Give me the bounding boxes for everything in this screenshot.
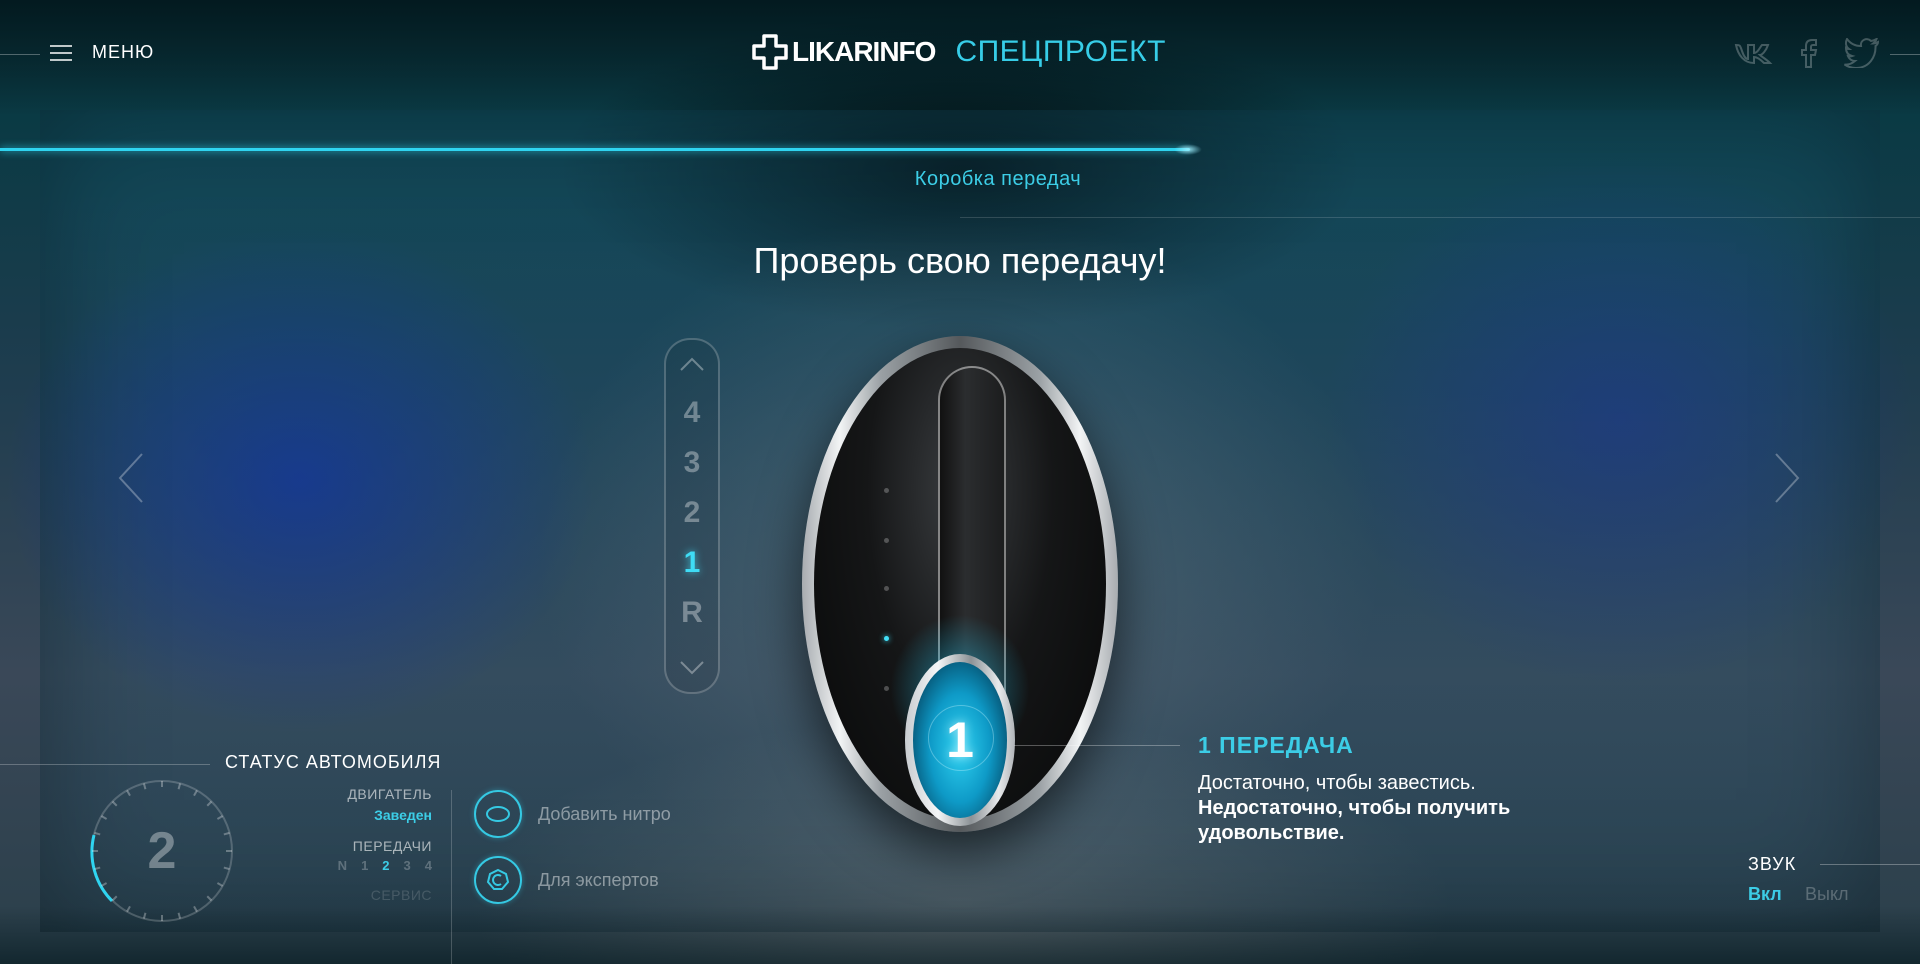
cross-logo-icon: [752, 34, 788, 70]
gear-dot: [884, 538, 889, 543]
sound-on-button[interactable]: Вкл: [1748, 884, 1782, 905]
sound-line: [1820, 864, 1920, 865]
status-divider: [451, 790, 452, 964]
prev-arrow-icon[interactable]: [118, 452, 144, 508]
logo-subtitle: СПЕЦПРОЕКТ: [955, 35, 1166, 68]
status-gauge: 2: [86, 775, 238, 927]
gear-1: 1: [361, 858, 369, 873]
gear-text: Достаточно, чтобы завестись.: [1198, 772, 1476, 794]
gear-2-current: 2: [382, 858, 390, 873]
gear-dot: [884, 488, 889, 493]
menu-button[interactable]: МЕНЮ: [50, 42, 154, 63]
gear-dot: [884, 686, 889, 691]
sound-title: ЗВУК: [1748, 854, 1797, 874]
vk-icon[interactable]: [1734, 41, 1774, 69]
twitter-icon[interactable]: [1843, 37, 1880, 72]
knob-face: 1: [913, 662, 1007, 818]
progress-bar: [0, 144, 1920, 155]
gears-row: N 1 2 3 4: [338, 858, 432, 873]
gear-up-icon[interactable]: [679, 356, 705, 376]
section-title: Коробка передач: [914, 168, 1082, 190]
sound-off-button[interactable]: Выкл: [1805, 884, 1849, 905]
page-heading: Проверь свою передачу!: [753, 240, 1167, 281]
experts-label: Для экспертов: [538, 869, 659, 890]
social-links: [1734, 37, 1880, 72]
gear-dot-active: [884, 636, 889, 641]
menu-label: МЕНЮ: [92, 42, 155, 62]
menu-line: [0, 54, 40, 55]
hamburger-icon: [50, 44, 72, 61]
status-title: СТАТУС АВТОМОБИЛЯ: [225, 752, 442, 772]
gear-option-r[interactable]: R: [666, 596, 718, 630]
gears-label: ПЕРЕДАЧИ: [352, 838, 432, 854]
nitro-icon: [474, 790, 522, 838]
next-arrow-icon[interactable]: [1774, 452, 1800, 508]
engine-value: Заведен: [374, 807, 432, 823]
gear-3: 3: [403, 858, 411, 873]
shifter-knob[interactable]: 1: [905, 654, 1015, 826]
experts-button[interactable]: Для экспертов: [474, 856, 659, 904]
social-line: [1890, 54, 1920, 55]
gear-option-3[interactable]: 3: [666, 446, 718, 480]
experts-icon: [474, 856, 522, 904]
knob-gear-number: 1: [946, 712, 974, 768]
gear-selector: 4 3 2 1 R: [664, 338, 720, 694]
facebook-icon[interactable]: [1800, 38, 1818, 72]
gear-4: 4: [424, 858, 432, 873]
progress-fill: [0, 148, 1190, 151]
connector-line: [1014, 745, 1180, 746]
add-nitro-button[interactable]: Добавить нитро: [474, 790, 671, 838]
service-label: СЕРВИС: [370, 887, 432, 903]
progress-tip: [1174, 144, 1202, 155]
gear-title: 1 ПЕРЕДАЧА: [1198, 732, 1354, 758]
status-line: [0, 764, 210, 765]
gear-n: N: [337, 858, 348, 873]
gear-down-icon[interactable]: [679, 660, 705, 680]
gear-description: 1 ПЕРЕДАЧА Достаточно, чтобы завестись. …: [1198, 732, 1598, 846]
divider-line: [960, 217, 1920, 218]
gear-dot: [884, 586, 889, 591]
logo-text: LIKARINFO: [792, 36, 936, 67]
gear-bold-text: Недостаточно, чтобы получить удовольстви…: [1198, 797, 1511, 844]
engine-label: ДВИГАТЕЛЬ: [347, 786, 432, 802]
gauge-value: 2: [147, 822, 177, 880]
nitro-label: Добавить нитро: [538, 803, 671, 824]
gear-option-4[interactable]: 4: [666, 396, 718, 430]
gear-option-1[interactable]: 1: [666, 546, 718, 580]
logo[interactable]: LIKARINFO СПЕЦПРОЕКТ: [752, 34, 1166, 70]
gear-option-2[interactable]: 2: [666, 496, 718, 530]
gear-shifter[interactable]: 1: [802, 336, 1118, 832]
